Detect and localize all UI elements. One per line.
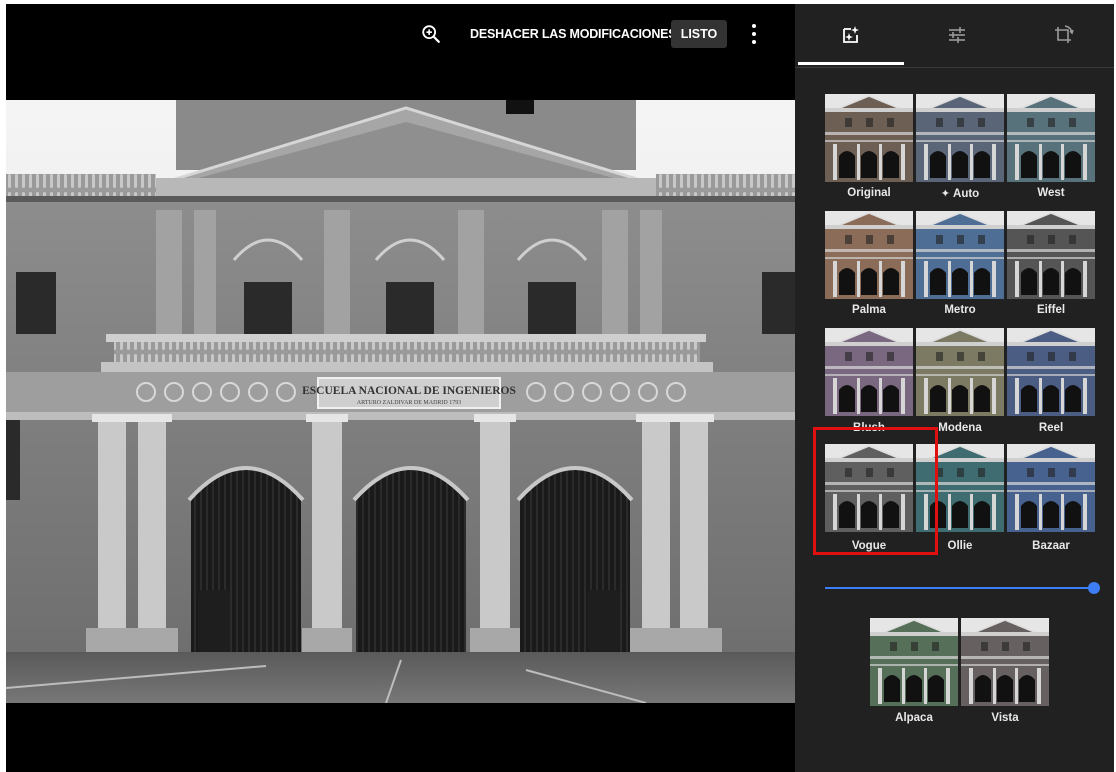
filter-label-text: Alpaca [895,712,933,724]
sign-subtext: ARTURO ZALDIVAR DE MADRID 1793 [357,400,462,406]
filter-label-vista: Vista [961,712,1049,724]
filter-label-bazaar: Bazaar [1007,540,1095,552]
done-button[interactable]: LISTO [671,20,727,48]
active-tab-indicator [798,62,904,65]
filter-label-text: Original [847,187,891,199]
filter-label-palma: Palma [825,304,913,316]
filter-label-eiffel: Eiffel [1007,304,1095,316]
filter-thumb-metro[interactable] [916,211,1004,299]
filter-thumb-original[interactable] [825,94,913,182]
tab-filters[interactable] [798,4,904,66]
edit-tabs [795,4,1114,66]
filter-label-text: Metro [944,304,976,316]
crop-rotate-icon [1055,25,1074,43]
filter-thumb-alpaca[interactable] [870,618,958,706]
editor-toolbar: DESHACER LAS MODIFICACIONES LISTO [6,4,795,66]
filter-thumb-vista[interactable] [961,618,1049,706]
auto-fix-icon: ✦ [940,188,951,200]
filter-thumb-modena[interactable] [916,328,1004,416]
filter-label-metro: Metro [916,304,1004,316]
filter-label-west: West [1007,187,1095,199]
filter-thumb-west[interactable] [1007,94,1095,182]
filter-label-original: Original [825,187,913,199]
tab-crop-rotate[interactable] [1010,4,1114,66]
tab-adjust[interactable] [904,4,1010,66]
filter-thumb-reel[interactable] [1007,328,1095,416]
filter-label-text: Vista [991,712,1019,724]
panel-divider [795,67,1114,68]
tune-icon [949,27,965,43]
filter-thumb-blush[interactable] [825,328,913,416]
filter-label-text: Auto [953,188,980,200]
photo-filter-icon [843,26,859,43]
filter-thumb-eiffel[interactable] [1007,211,1095,299]
sign-text: ESCUELA NACIONAL DE INGENIEROS [302,385,516,397]
filter-label-reel: Reel [1007,422,1095,434]
selected-filter-highlight [813,427,938,555]
filter-intensity-slider[interactable] [825,587,1095,589]
zoom-in-icon[interactable] [420,23,442,45]
filter-label-text: Ollie [947,540,973,552]
filter-label-alpaca: Alpaca [870,712,958,724]
more-vert-icon[interactable] [744,22,764,46]
filter-label-text: Reel [1038,422,1064,434]
photo-canvas: ESCUELA NACIONAL DE INGENIEROS ARTURO ZA… [6,100,795,703]
filter-thumb-palma[interactable] [825,211,913,299]
filter-label-text: West [1037,187,1065,199]
filter-label-text: Modena [938,422,982,434]
filter-thumb-bazaar[interactable] [1007,444,1095,532]
slider-handle[interactable] [1088,582,1100,594]
filter-label-text: Eiffel [1036,304,1066,316]
building-photo: ESCUELA NACIONAL DE INGENIEROS ARTURO ZA… [6,100,795,703]
edit-side-panel: Original ✦ Auto West Palma Metro Eiffel Blush Mo… [795,4,1114,772]
photo-editor: DESHACER LAS MODIFICACIONES LISTO ESCUEL… [6,4,1114,772]
undo-changes-button[interactable]: DESHACER LAS MODIFICACIONES [470,24,677,44]
filter-label-text: Bazaar [1032,540,1070,552]
filter-label-auto: ✦ Auto [916,187,1004,200]
filter-thumb-auto[interactable] [916,94,1004,182]
filter-label-text: Palma [852,304,886,316]
